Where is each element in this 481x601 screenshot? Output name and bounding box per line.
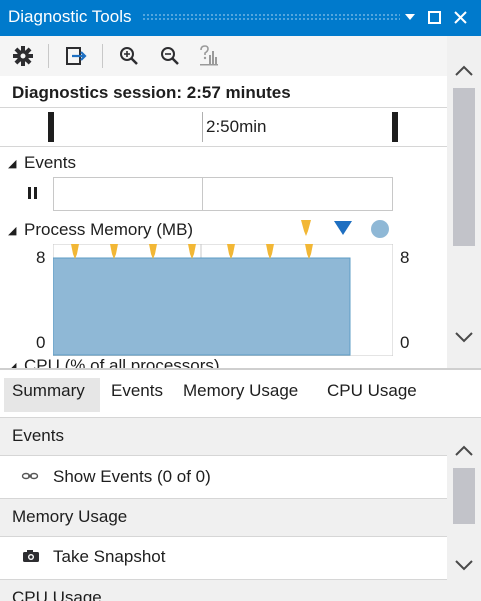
drag-grip[interactable] <box>142 13 400 22</box>
collapse-memory-triangle-icon[interactable]: ◢ <box>8 224 16 237</box>
timeline-tick <box>202 112 203 142</box>
timeline-right-marker[interactable] <box>392 112 398 142</box>
title-bar: Diagnostic Tools <box>0 0 481 36</box>
dropdown-arrow-icon[interactable] <box>399 6 421 28</box>
toolbar-separator <box>48 44 49 68</box>
zoom-out-icon[interactable] <box>155 41 185 71</box>
close-icon[interactable] <box>449 6 471 28</box>
cpu-section-title: CPU Usage <box>12 588 102 601</box>
zoom-in-icon[interactable] <box>114 41 144 71</box>
events-track-gridline <box>202 178 203 210</box>
take-snapshot-row[interactable]: Take Snapshot <box>0 537 447 579</box>
events-track-title: Events <box>24 153 76 172</box>
events-track-area[interactable] <box>53 177 393 211</box>
cpu-track-title: CPU (% of all processors) <box>24 356 220 368</box>
maximize-icon[interactable] <box>423 6 445 28</box>
scroll-up-chevron-icon[interactable] <box>454 64 474 82</box>
window-title: Diagnostic Tools <box>8 7 132 26</box>
pause-icon[interactable] <box>27 186 39 205</box>
cpu-section-header: CPU Usage <box>0 580 447 601</box>
timeline-ruler[interactable]: 2:50min <box>0 108 447 146</box>
divider <box>0 146 447 147</box>
cpu-track-header-clip: ◢ CPU (% of all processors) <box>0 356 447 368</box>
scroll-down-chevron-icon[interactable] <box>454 558 474 576</box>
memory-y-max-right: 8 <box>400 248 410 267</box>
take-snapshot-button[interactable]: Take Snapshot <box>53 547 165 567</box>
settings-gear-icon[interactable] <box>8 41 38 71</box>
show-events-row[interactable]: Show Events (0 of 0) <box>0 456 447 498</box>
export-icon[interactable] <box>62 41 92 71</box>
memory-y-max-left: 8 <box>36 248 46 267</box>
scroll-thumb[interactable] <box>453 88 475 246</box>
collapse-events-triangle-icon[interactable]: ◢ <box>8 157 16 170</box>
camera-icon <box>22 549 40 568</box>
private-bytes-legend-icon <box>371 220 389 238</box>
gc-legend-icon <box>300 219 312 242</box>
scroll-up-chevron-icon[interactable] <box>454 444 474 462</box>
memory-usage-area <box>53 257 351 356</box>
toolbar <box>0 36 481 76</box>
tab-memory-usage[interactable]: Memory Usage <box>183 381 298 401</box>
reset-view-chart-icon[interactable] <box>194 41 224 71</box>
timeline-tick-label: 2:50min <box>206 117 267 136</box>
summary-scrollbar[interactable] <box>447 418 481 601</box>
tab-summary[interactable]: Summary <box>12 381 85 401</box>
tab-events[interactable]: Events <box>111 381 163 401</box>
memory-y-min-left: 0 <box>36 333 46 352</box>
toolbar-separator <box>102 44 103 68</box>
scroll-down-chevron-icon[interactable] <box>454 330 474 348</box>
memory-section-header: Memory Usage <box>0 499 447 536</box>
events-section-header: Events <box>0 418 447 455</box>
tab-cpu-usage[interactable]: CPU Usage <box>327 381 417 401</box>
events-section-title: Events <box>12 426 64 445</box>
process-memory-title: Process Memory (MB) <box>24 220 194 239</box>
memory-chart[interactable] <box>53 244 393 356</box>
memory-section-title: Memory Usage <box>12 507 128 526</box>
show-events-link[interactable]: Show Events (0 of 0) <box>53 467 211 487</box>
scroll-thumb[interactable] <box>453 468 475 524</box>
collapse-cpu-triangle-icon[interactable]: ◢ <box>8 360 16 368</box>
timeline-left-marker[interactable] <box>48 112 54 142</box>
snapshot-legend-icon <box>333 220 353 241</box>
link-chain-icon <box>21 469 39 487</box>
session-duration-label: Diagnostics session: 2:57 minutes <box>12 83 291 102</box>
memory-y-min-right: 0 <box>400 333 410 352</box>
timeline-scrollbar[interactable] <box>447 36 481 368</box>
